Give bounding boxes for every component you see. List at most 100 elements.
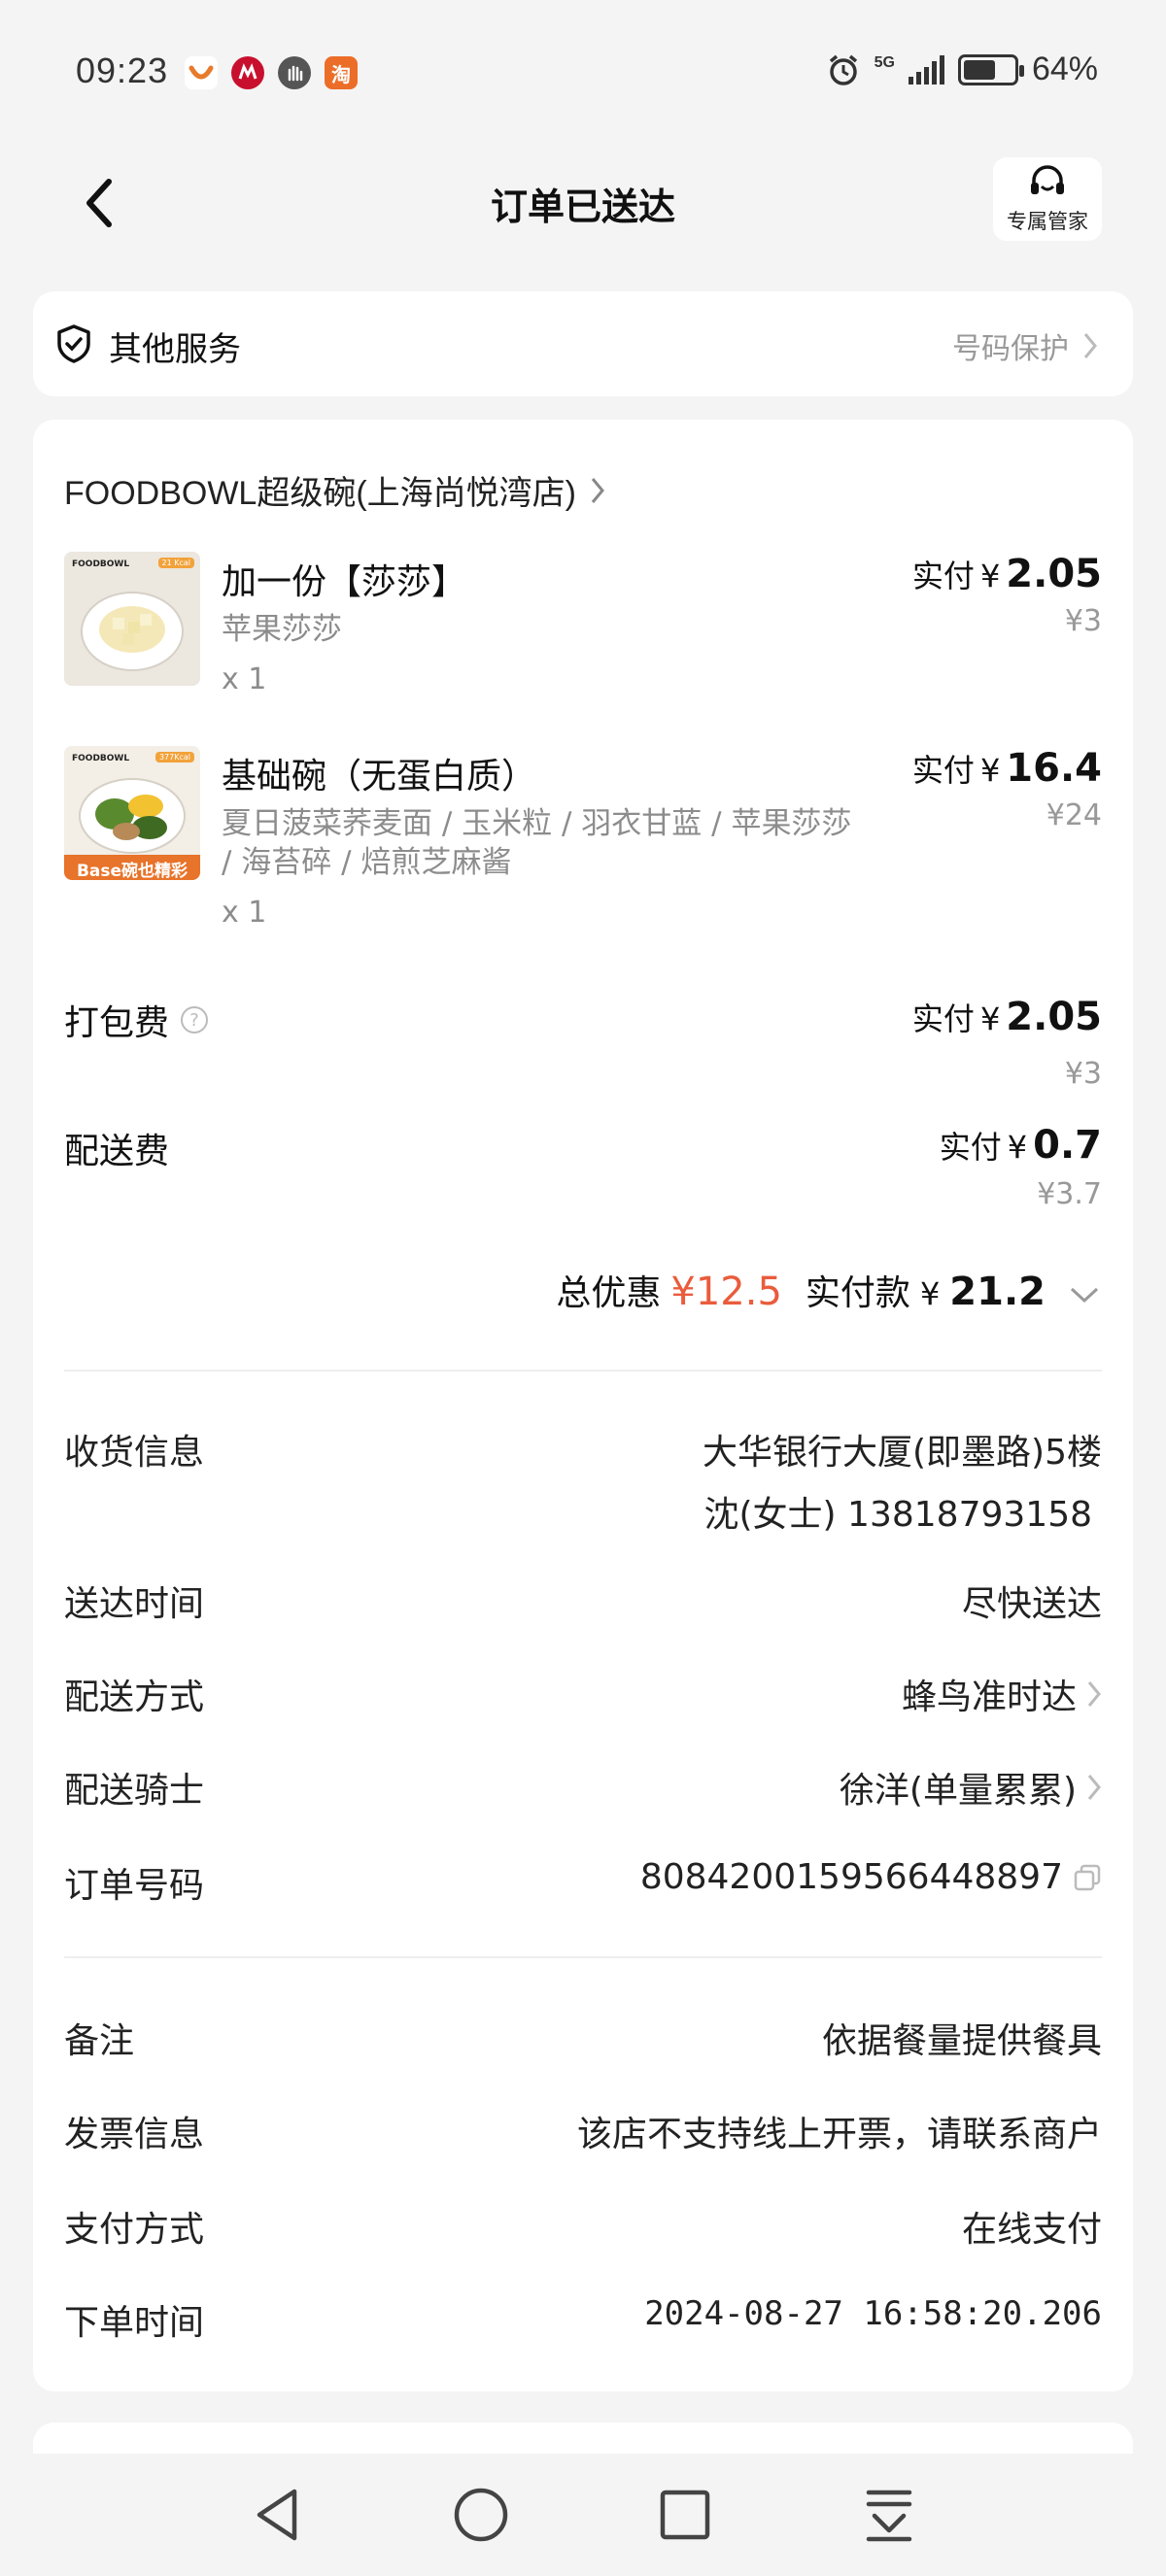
- delivery-method-text: 蜂鸟准时达: [901, 1678, 1077, 1717]
- ctrip-app-icon: [185, 56, 218, 89]
- thumb-brand: FOODBOWL: [72, 559, 130, 569]
- item-original-price: ¥24: [1046, 798, 1102, 832]
- order-time-row: 下单时间 2024-08-27 16:58:20.206: [64, 2294, 1102, 2353]
- discount-label: 总优惠: [556, 1273, 662, 1313]
- status-bar: 09:23 淘 5G 64%: [0, 0, 1166, 148]
- order-item[interactable]: FOODBOWL 377Kcal Base碗也精彩 基础碗（无蛋白质） 夏日菠菜…: [64, 746, 1102, 940]
- address-text: 大华银行大厦(即墨路)5楼: [703, 1433, 1102, 1473]
- packing-fee-paid: 实付 ¥ 2.05: [912, 995, 1102, 1039]
- store-link[interactable]: FOODBOWL超级碗(上海尚悦湾店): [64, 466, 605, 514]
- triangle-back-icon: [257, 2489, 297, 2541]
- page-title: 订单已送达: [490, 186, 675, 228]
- item-name: 加一份【莎莎】: [222, 562, 467, 602]
- order-time-value: 2024-08-27 16:58:20.206: [644, 2294, 1102, 2333]
- invoice-value: 该店不支持线上开票，请联系商户: [576, 2115, 1102, 2154]
- chevron-down-icon: [1070, 1287, 1099, 1304]
- delivery-time-label: 送达时间: [64, 1584, 205, 1624]
- currency-symbol: ¥: [979, 752, 1001, 789]
- chevron-right-icon: [1083, 333, 1097, 358]
- chevron-right-icon: [1087, 1681, 1101, 1707]
- headset-icon: [1031, 165, 1064, 194]
- payment-value: 在线支付: [961, 2210, 1102, 2250]
- item-qty: x 1: [222, 896, 267, 930]
- status-indicators: 5G 64%: [826, 51, 1098, 88]
- paid-amount: 2.05: [1006, 995, 1102, 1039]
- battery-icon: [957, 53, 1024, 85]
- item-spec: 苹果莎莎: [222, 612, 342, 647]
- chevron-right-icon: [591, 477, 604, 503]
- status-app-icons: 淘: [185, 56, 358, 89]
- nav-recents-button[interactable]: [583, 2454, 787, 2576]
- address-value: 大华银行大厦(即墨路)5楼 沈(女士) 13818793158: [703, 1424, 1102, 1537]
- status-time: 09:23: [76, 51, 169, 90]
- delivery-fee-original: ¥3.7: [1037, 1177, 1102, 1211]
- note-value: 依据餐量提供餐具: [821, 2021, 1102, 2061]
- item-original-price: ¥3: [1064, 604, 1102, 638]
- item-spec: 夏日菠菜荞麦面 / 玉米粒 / 羽衣甘蓝 / 苹果莎莎 / 海苔碎 / 焙煎芝麻…: [222, 806, 852, 880]
- rider-row[interactable]: 配送骑士 徐洋(单量累累): [64, 1762, 1102, 1820]
- taobao-app-icon: 淘: [325, 56, 358, 89]
- thumb-banner: Base碗也精彩: [76, 862, 189, 880]
- order-item[interactable]: FOODBOWL 21 Kcal 加一份【莎莎】 苹果莎莎 x 1 实付 ¥ 2…: [64, 552, 1102, 707]
- butler-button[interactable]: 专属管家: [993, 157, 1102, 241]
- thumb-kcal: 377Kcal: [154, 752, 194, 763]
- shield-check-icon: [57, 324, 90, 363]
- delivery-fee-label: 配送费: [64, 1132, 170, 1171]
- copy-icon[interactable]: [1073, 1863, 1102, 1892]
- services-card: 其他服务 号码保护: [33, 291, 1133, 396]
- nav-back-button[interactable]: [175, 2454, 379, 2576]
- item-thumbnail: FOODBOWL 21 Kcal: [64, 552, 200, 686]
- network-type: 5G: [874, 53, 895, 71]
- invoice-row: 发票信息 该店不支持线上开票，请联系商户: [64, 2106, 1102, 2164]
- chevron-right-icon: [1087, 1775, 1101, 1800]
- packing-fee-row: 打包费 ? 实付 ¥ 2.05 ¥3: [64, 995, 1102, 1102]
- item-paid-price: 实付 ¥ 2.05: [912, 552, 1102, 596]
- number-protection-link[interactable]: 号码保护: [952, 324, 1098, 367]
- note-row: 备注 依据餐量提供餐具: [64, 2013, 1102, 2071]
- nav-home-button[interactable]: [379, 2454, 583, 2576]
- rider-value: 徐洋(单量累累): [840, 1762, 1102, 1813]
- battery-percent: 64%: [1031, 51, 1098, 87]
- butler-label: 专属管家: [1007, 210, 1088, 233]
- paid-label: 实付: [911, 1000, 975, 1037]
- delivery-method-value: 蜂鸟准时达: [902, 1669, 1102, 1719]
- item-qty: x 1: [222, 662, 267, 696]
- contact-text: 沈(女士) 13818793158: [703, 1495, 1092, 1535]
- order-time-label: 下单时间: [64, 2303, 205, 2343]
- system-nav-bar: [0, 2454, 1166, 2576]
- help-icon[interactable]: ?: [181, 1006, 209, 1034]
- payment-row: 支付方式 在线支付: [64, 2201, 1102, 2259]
- number-protection-label: 号码保护: [952, 332, 1069, 366]
- paid-amount: 0.7: [1033, 1123, 1102, 1168]
- store-name: FOODBOWL超级碗(上海尚悦湾店): [64, 475, 576, 512]
- taobao-app-label: 淘: [331, 62, 351, 86]
- order-number-text: 8084200159566448897: [639, 1857, 1063, 1897]
- rider-label: 配送骑士: [64, 1771, 205, 1811]
- currency-symbol: ¥: [979, 558, 1001, 594]
- address-row: 收货信息 大华银行大厦(即墨路)5楼 沈(女士) 13818793158: [64, 1424, 1102, 1535]
- invoice-label: 发票信息: [64, 2115, 205, 2154]
- divider: [64, 1370, 1102, 1372]
- delivery-fee-paid: 实付 ¥ 0.7: [940, 1123, 1102, 1168]
- delivery-method-row[interactable]: 配送方式 蜂鸟准时达: [64, 1669, 1102, 1727]
- item-name: 基础碗（无蛋白质）: [222, 757, 537, 797]
- thumb-kcal: 21 Kcal: [157, 558, 194, 568]
- pay-label: 实付款: [805, 1273, 910, 1313]
- address-label: 收货信息: [64, 1433, 205, 1473]
- nav-notification-button[interactable]: [787, 2454, 991, 2576]
- packing-fee-original: ¥3: [1064, 1057, 1102, 1091]
- delivery-method-label: 配送方式: [64, 1678, 205, 1717]
- packing-fee-text: 打包费: [64, 1003, 170, 1043]
- header: 订单已送达 专属管家: [0, 148, 1166, 260]
- cmb-app-icon: [231, 56, 264, 89]
- salsa-bowl-image: [64, 552, 200, 686]
- square-recents-icon: [660, 2490, 710, 2540]
- totals-row[interactable]: 总优惠 ¥12.5 实付款 ¥ 21.2: [556, 1265, 1100, 1315]
- delivery-fee-row: 配送费 实付 ¥ 0.7 ¥3.7: [64, 1123, 1102, 1230]
- item-thumbnail: FOODBOWL 377Kcal Base碗也精彩: [64, 746, 200, 880]
- note-label: 备注: [64, 2021, 135, 2061]
- currency-symbol: ¥: [919, 1275, 941, 1312]
- paid-label: 实付: [939, 1129, 1002, 1166]
- services-title: 其他服务: [109, 330, 241, 369]
- paid-label: 实付: [911, 752, 975, 789]
